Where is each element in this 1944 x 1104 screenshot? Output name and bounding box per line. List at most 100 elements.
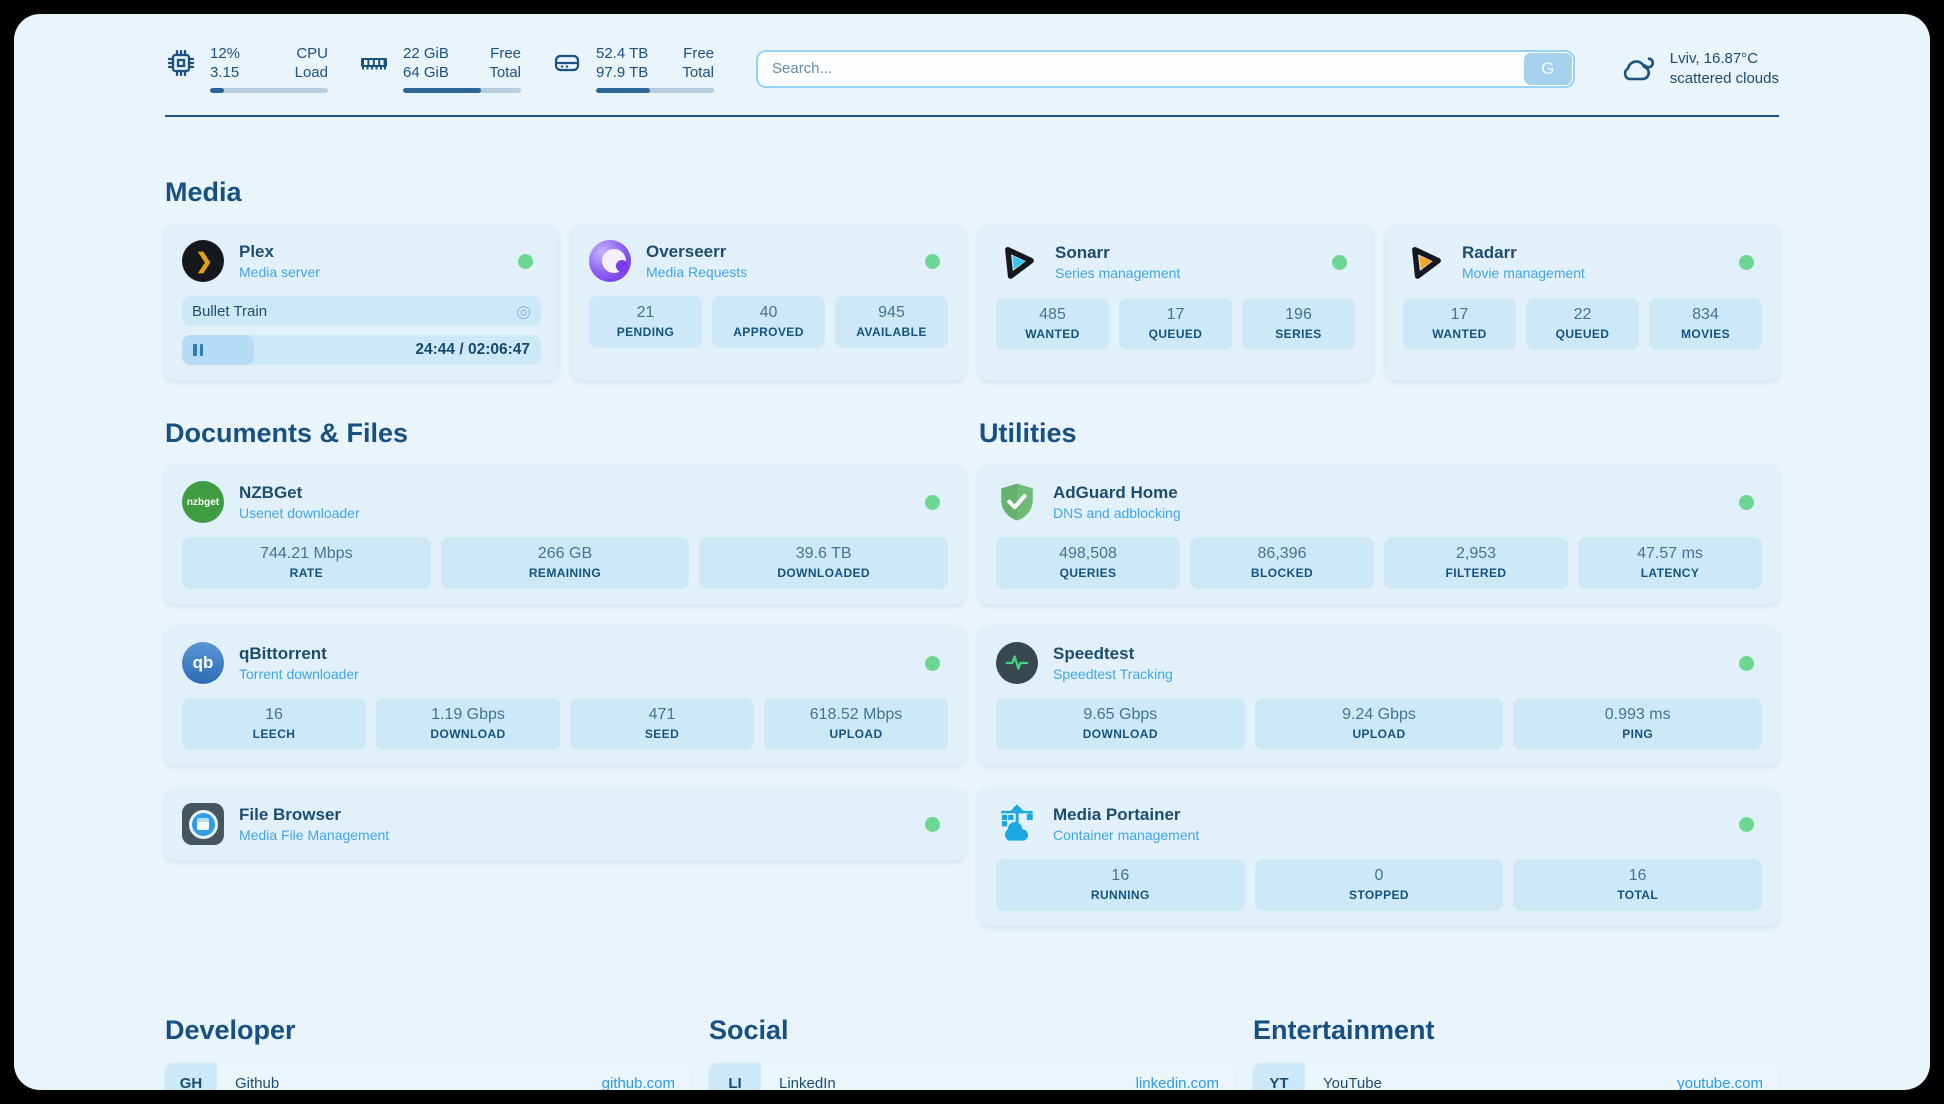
status-online-dot [1739, 817, 1754, 832]
status-online-dot [1739, 495, 1754, 510]
now-playing-title: Bullet Train [192, 303, 267, 320]
cloud-icon [1619, 53, 1657, 85]
app-card-sonarr[interactable]: Sonarr Series management 485 WANTED 17 Q… [979, 225, 1372, 380]
now-playing-row: Bullet Train ◎ [182, 296, 541, 326]
portainer-icon [996, 803, 1038, 845]
app-subtitle: Speedtest Tracking [1053, 666, 1173, 682]
stat-tile: 618.52 Mbps UPLOAD [764, 698, 948, 750]
disk-progress-bar [596, 88, 714, 93]
cpu-label: CPU [295, 44, 328, 63]
app-name: Overseerr [646, 242, 747, 262]
app-card-portainer[interactable]: Media Portainer Container management 16 … [979, 788, 1779, 926]
weather-condition: scattered clouds [1670, 69, 1779, 89]
stat-tile: 0 STOPPED [1255, 859, 1504, 911]
bookmark-github[interactable]: GH Github github.com [165, 1063, 691, 1090]
app-card-adguard[interactable]: AdGuard Home DNS and adblocking 498,508 … [979, 466, 1779, 604]
app-card-overseerr[interactable]: Overseerr Media Requests 21 PENDING 40 A… [572, 225, 965, 380]
stat-tile: 9.24 Gbps UPLOAD [1255, 698, 1504, 750]
media-grid: ❯ Plex Media server Bullet Train ◎ 24:44… [165, 225, 1779, 380]
app-card-qbittorrent[interactable]: qb qBittorrent Torrent downloader 16 LEE… [165, 627, 965, 765]
top-bar: 12% 3.15 CPU Load [14, 14, 1930, 93]
weather-widget: Lviv, 16.87°C scattered clouds [1619, 49, 1779, 89]
stat-tile: 17 QUEUED [1119, 298, 1232, 350]
bookmark-abbr: YT [1253, 1063, 1305, 1090]
bookmark-url[interactable]: github.com [602, 1075, 675, 1091]
cpu-stat: 12% 3.15 CPU Load [165, 44, 328, 93]
stat-tile: 744.21 Mbps RATE [182, 537, 431, 589]
disk-total: 97.9 TB [596, 63, 648, 82]
status-online-dot [518, 254, 533, 269]
nzbget-icon: nzbget [182, 481, 224, 523]
bookmark-abbr: LI [709, 1063, 761, 1090]
app-subtitle: Movie management [1462, 265, 1585, 281]
ram-progress-bar [403, 88, 521, 93]
app-card-plex[interactable]: ❯ Plex Media server Bullet Train ◎ 24:44… [165, 225, 558, 380]
status-online-dot [925, 817, 940, 832]
stat-tile: 9.65 Gbps DOWNLOAD [996, 698, 1245, 750]
header-divider [165, 115, 1779, 117]
bookmark-url[interactable]: youtube.com [1677, 1075, 1763, 1091]
cpu-load: 3.15 [210, 63, 240, 82]
documents-column: Documents & Files nzbget NZBGet Usenet d… [165, 418, 965, 949]
filebrowser-icon [182, 803, 224, 845]
adguard-icon [996, 481, 1038, 523]
disk-stat: 52.4 TB 97.9 TB Free Total [551, 44, 714, 93]
developer-column: Developer GH Github github.com SO StackO… [165, 1015, 691, 1090]
stat-tile: 834 MOVIES [1649, 298, 1762, 350]
app-card-filebrowser[interactable]: File Browser Media File Management [165, 788, 965, 860]
ram-icon [358, 47, 390, 79]
search-input[interactable] [756, 50, 1575, 88]
stat-tile: 39.6 TB DOWNLOADED [699, 537, 948, 589]
bookmark-linkedin[interactable]: LI LinkedIn linkedin.com [709, 1063, 1235, 1090]
stat-tile: 16 RUNNING [996, 859, 1245, 911]
cpu-load-label: Load [295, 63, 328, 82]
speedtest-icon [996, 642, 1038, 684]
session-target-icon[interactable]: ◎ [516, 303, 531, 320]
stat-tile: 1.19 Gbps DOWNLOAD [376, 698, 560, 750]
status-online-dot [1332, 255, 1347, 270]
bookmark-abbr: GH [165, 1063, 217, 1090]
app-subtitle: Media File Management [239, 827, 389, 843]
disk-free-label: Free [682, 44, 714, 63]
app-subtitle: Media server [239, 264, 320, 280]
status-online-dot [1739, 255, 1754, 270]
playback-progress[interactable]: 24:44 / 02:06:47 [182, 335, 541, 365]
ram-total: 64 GiB [403, 63, 449, 82]
search-engine-button[interactable]: G [1524, 53, 1572, 85]
bookmark-url[interactable]: linkedin.com [1136, 1075, 1219, 1091]
stat-tile: 21 PENDING [589, 296, 702, 348]
stat-tile: 196 SERIES [1242, 298, 1355, 350]
disk-icon [551, 47, 583, 79]
ram-free: 22 GiB [403, 44, 449, 63]
social-column: Social LI LinkedIn linkedin.com TW Twitt… [709, 1015, 1235, 1090]
disk-free: 52.4 TB [596, 44, 648, 63]
cpu-icon [165, 47, 197, 79]
app-card-nzbget[interactable]: nzbget NZBGet Usenet downloader 744.21 M… [165, 466, 965, 604]
app-name: qBittorrent [239, 644, 359, 664]
bookmark-youtube[interactable]: YT YouTube youtube.com [1253, 1063, 1779, 1090]
stat-tile: 498,508 QUERIES [996, 537, 1180, 589]
status-online-dot [1739, 656, 1754, 671]
status-online-dot [925, 495, 940, 510]
section-title-developer: Developer [165, 1015, 691, 1046]
bookmark-name: Github [235, 1075, 279, 1091]
app-card-radarr[interactable]: Radarr Movie management 17 WANTED 22 QUE… [1386, 225, 1779, 380]
section-title-media: Media [165, 177, 1779, 208]
stat-tile: 22 QUEUED [1526, 298, 1639, 350]
section-title-documents: Documents & Files [165, 418, 965, 449]
stat-tile: 16 LEECH [182, 698, 366, 750]
status-online-dot [925, 254, 940, 269]
section-title-entertainment: Entertainment [1253, 1015, 1779, 1046]
ram-total-label: Total [489, 63, 521, 82]
stat-tile: 16 TOTAL [1513, 859, 1762, 911]
app-name: Speedtest [1053, 644, 1173, 664]
stat-tile: 266 GB REMAINING [441, 537, 690, 589]
ram-stat: 22 GiB 64 GiB Free Total [358, 44, 521, 93]
pause-icon [193, 344, 203, 356]
bookmark-name: LinkedIn [779, 1075, 836, 1091]
utilities-column: Utilities AdGuard Home DNS and adblockin… [979, 418, 1779, 949]
cpu-progress-bar [210, 88, 328, 93]
app-card-speedtest[interactable]: Speedtest Speedtest Tracking 9.65 Gbps D… [979, 627, 1779, 765]
stat-tile: 945 AVAILABLE [835, 296, 948, 348]
stat-tile: 47.57 ms LATENCY [1578, 537, 1762, 589]
